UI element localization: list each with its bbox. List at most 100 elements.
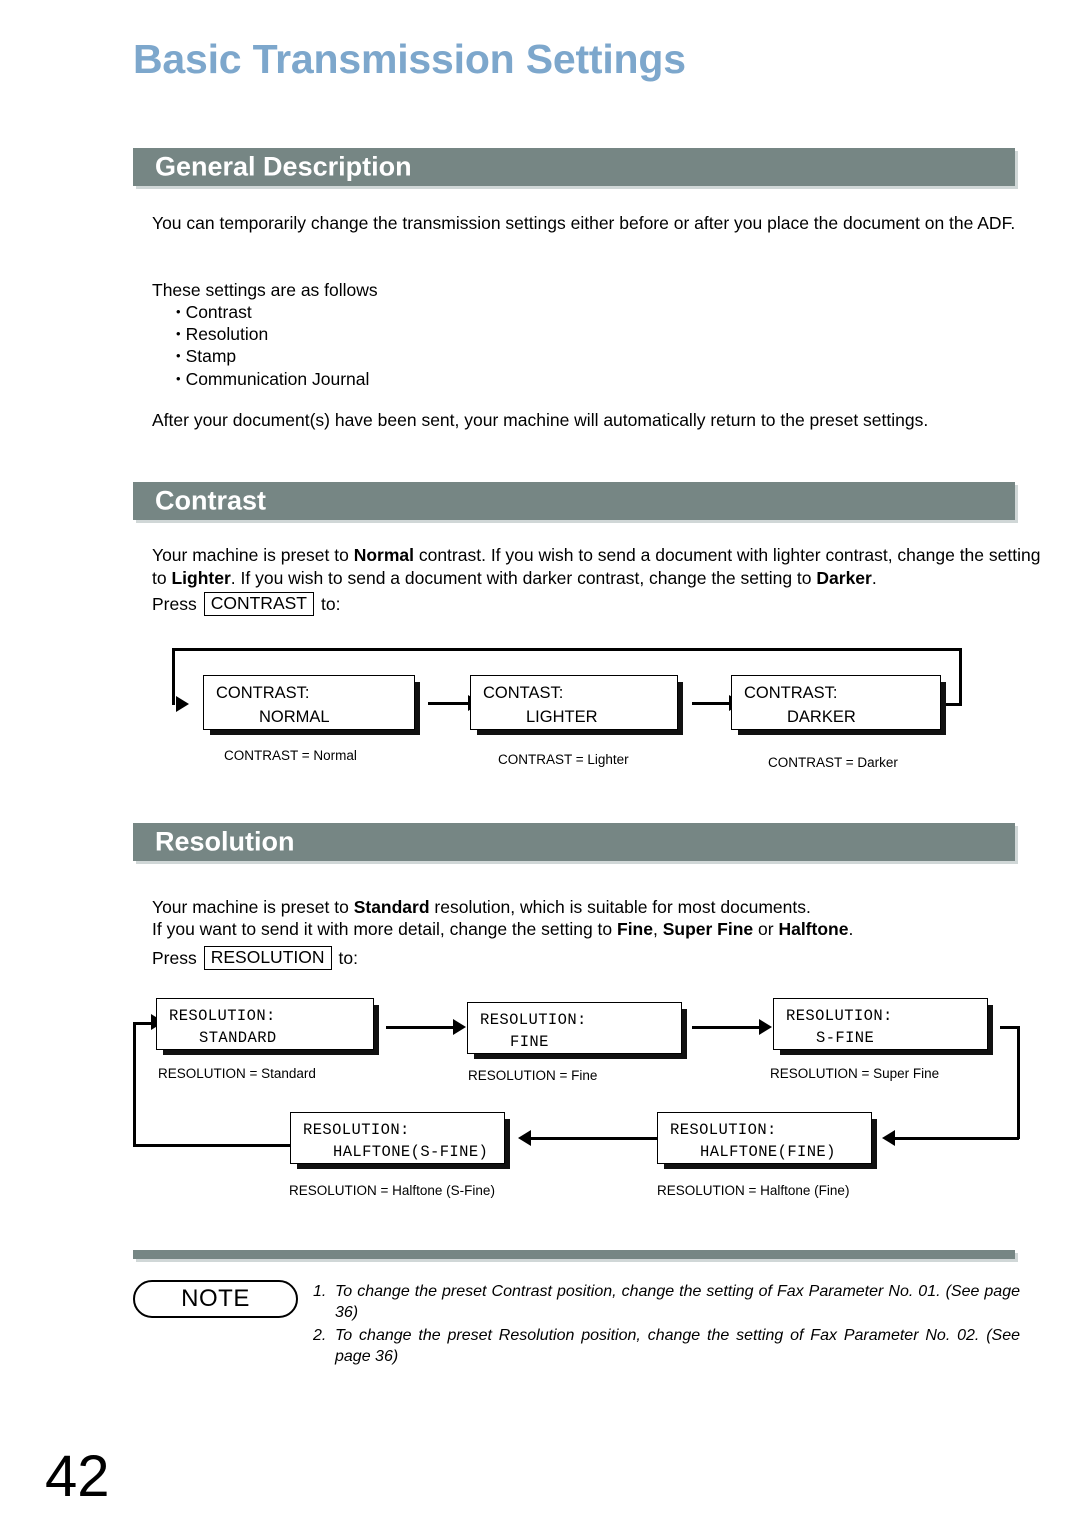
- resolution-arrow-line-2: [692, 1026, 762, 1029]
- note-badge: NOTE: [133, 1280, 298, 1318]
- general-paragraph-2: These settings are as follows: [152, 280, 378, 300]
- note-item-number: 2.: [313, 1327, 327, 1344]
- note-badge-label: NOTE: [181, 1285, 250, 1312]
- caption-resolution-standard: RESOLUTION = Standard: [158, 1066, 316, 1081]
- resolution-wrap-right-segment: [1017, 1026, 1020, 1139]
- list-item: Communication Journal: [176, 368, 370, 390]
- contrast-loop-arrowhead-icon: [176, 696, 189, 712]
- resolution-text-part-4: ,: [652, 919, 663, 939]
- lcd-box-resolution-standard: RESOLUTION: STANDARD: [156, 998, 374, 1050]
- resolution-arrow-head-3-icon: [518, 1130, 531, 1146]
- section-header-label: Resolution: [155, 826, 295, 857]
- contrast-text-part-1: Your machine is preset to: [152, 545, 354, 565]
- contrast-loop-left-segment: [172, 648, 175, 705]
- resolution-text-part-6: .: [848, 919, 854, 939]
- press-suffix-label: to:: [338, 947, 358, 968]
- lcd-line-2: HALFTONE(FINE): [700, 1143, 836, 1161]
- caption-resolution-halftone-fine: RESOLUTION = Halftone (Fine): [657, 1183, 850, 1198]
- note-item: 1. To change the preset Contrast positio…: [313, 1281, 1020, 1323]
- resolution-arrow-line-3: [531, 1137, 657, 1140]
- resolution-body-line-1: Your machine is preset to Standard resol…: [152, 896, 1042, 919]
- resolution-wrap-arrowhead-icon: [882, 1130, 895, 1146]
- contrast-arrow-line-1: [428, 702, 470, 705]
- lcd-line-1: CONTAST:: [483, 684, 564, 702]
- contrast-text-part-4: .: [871, 567, 877, 588]
- resolution-text-part-5: or: [753, 919, 779, 939]
- lcd-line-1: RESOLUTION:: [303, 1121, 410, 1139]
- caption-contrast-normal: CONTRAST = Normal: [224, 748, 357, 763]
- contrast-bold-normal: Normal: [353, 545, 414, 565]
- page-title: Basic Transmission Settings: [133, 36, 686, 82]
- note-list: 1. To change the preset Contrast positio…: [313, 1281, 1020, 1367]
- lcd-box-resolution-halftone-fine: RESOLUTION: HALFTONE(FINE): [657, 1112, 872, 1164]
- contrast-loop-top-segment: [172, 648, 962, 651]
- lcd-box-resolution-fine: RESOLUTION: FINE: [467, 1002, 682, 1054]
- caption-resolution-halftone-s-fine: RESOLUTION = Halftone (S-Fine): [289, 1183, 495, 1198]
- resolution-loop-left-segment: [133, 1022, 136, 1147]
- caption-resolution-super-fine: RESOLUTION = Super Fine: [770, 1066, 940, 1081]
- press-prefix-label: Press: [152, 947, 197, 968]
- resolution-text-part-1: Your machine is preset to: [152, 897, 354, 917]
- lcd-line-2: LIGHTER: [526, 708, 598, 726]
- note-divider-rule: [133, 1250, 1015, 1259]
- lcd-line-1: RESOLUTION:: [169, 1007, 276, 1025]
- caption-resolution-fine: RESOLUTION = Fine: [468, 1068, 598, 1083]
- resolution-text-part-3: If you want to send it with more detail,…: [152, 919, 617, 939]
- contrast-bold-lighter: Lighter: [171, 567, 231, 588]
- contrast-body-text: Your machine is preset to Normal contras…: [152, 544, 1042, 589]
- contrast-loop-exit-segment: [941, 703, 962, 706]
- lcd-line-1: RESOLUTION:: [670, 1121, 777, 1139]
- resolution-arrow-head-1-icon: [453, 1019, 466, 1035]
- section-header-label: General Description: [155, 151, 412, 182]
- general-paragraph-1: You can temporarily change the transmiss…: [152, 213, 1016, 233]
- note-item-text: To change the preset Resolution position…: [335, 1327, 1020, 1365]
- lcd-box-contrast-normal: CONTRAST: NORMAL: [203, 675, 415, 730]
- resolution-key-button[interactable]: RESOLUTION: [203, 946, 332, 970]
- list-item: Stamp: [176, 345, 369, 367]
- resolution-wrap-bottom-segment: [895, 1137, 1019, 1140]
- caption-contrast-darker: CONTRAST = Darker: [768, 755, 898, 770]
- resolution-bold-halftone: Halftone: [778, 919, 849, 939]
- press-suffix-label: to:: [320, 593, 341, 614]
- note-item-number: 1.: [313, 1283, 327, 1300]
- press-prefix-label: Press: [152, 593, 197, 614]
- resolution-body-line-2: If you want to send it with more detail,…: [152, 918, 1042, 941]
- resolution-text-part-2: resolution, which is suitable for most d…: [429, 897, 811, 917]
- section-header-contrast: Contrast: [133, 482, 1015, 520]
- document-page: Basic Transmission Settings General Desc…: [0, 0, 1080, 1528]
- page-number: 42: [45, 1444, 110, 1509]
- lcd-line-2: FINE: [510, 1033, 549, 1051]
- note-item-text: To change the preset Contrast position, …: [335, 1283, 1020, 1321]
- press-contrast-line: Press CONTRAST to:: [152, 592, 340, 616]
- resolution-bold-super-fine: Super Fine: [662, 919, 754, 939]
- lcd-line-1: RESOLUTION:: [786, 1007, 893, 1025]
- resolution-arrow-head-2-icon: [759, 1019, 772, 1035]
- lcd-box-contrast-darker: CONTRAST: DARKER: [731, 675, 941, 730]
- general-paragraph-3: After your document(s) have been sent, y…: [152, 410, 929, 430]
- resolution-arrow-line-1: [386, 1026, 456, 1029]
- contrast-bold-darker: Darker: [816, 567, 872, 588]
- settings-bullet-list: Contrast Resolution Stamp Communication …: [176, 301, 370, 390]
- lcd-box-resolution-s-fine: RESOLUTION: S-FINE: [773, 998, 988, 1050]
- contrast-text-part-3: . If you wish to send a document with da…: [230, 567, 817, 588]
- lcd-box-resolution-halftone-s-fine: RESOLUTION: HALFTONE(S-FINE): [290, 1112, 505, 1164]
- lcd-line-2: DARKER: [787, 708, 856, 726]
- resolution-loop-bottom-segment: [133, 1144, 293, 1147]
- list-item: Resolution: [176, 323, 369, 345]
- lcd-line-2: S-FINE: [816, 1029, 875, 1047]
- list-item: Contrast: [176, 301, 369, 323]
- section-header-resolution: Resolution: [133, 823, 1015, 861]
- section-header-general-description: General Description: [133, 148, 1015, 186]
- lcd-line-1: RESOLUTION:: [480, 1011, 587, 1029]
- resolution-bold-standard: Standard: [353, 897, 430, 917]
- note-item: 2. To change the preset Resolution posit…: [313, 1325, 1020, 1367]
- section-header-label: Contrast: [155, 485, 267, 516]
- resolution-bold-fine: Fine: [617, 919, 653, 939]
- caption-contrast-lighter: CONTRAST = Lighter: [498, 752, 629, 767]
- lcd-line-1: CONTRAST:: [744, 684, 838, 702]
- lcd-line-2: HALFTONE(S-FINE): [333, 1143, 489, 1161]
- contrast-key-button[interactable]: CONTRAST: [203, 592, 314, 616]
- lcd-line-1: CONTRAST:: [216, 684, 310, 702]
- lcd-box-contrast-lighter: CONTAST: LIGHTER: [470, 675, 678, 730]
- lcd-line-2: NORMAL: [259, 708, 330, 726]
